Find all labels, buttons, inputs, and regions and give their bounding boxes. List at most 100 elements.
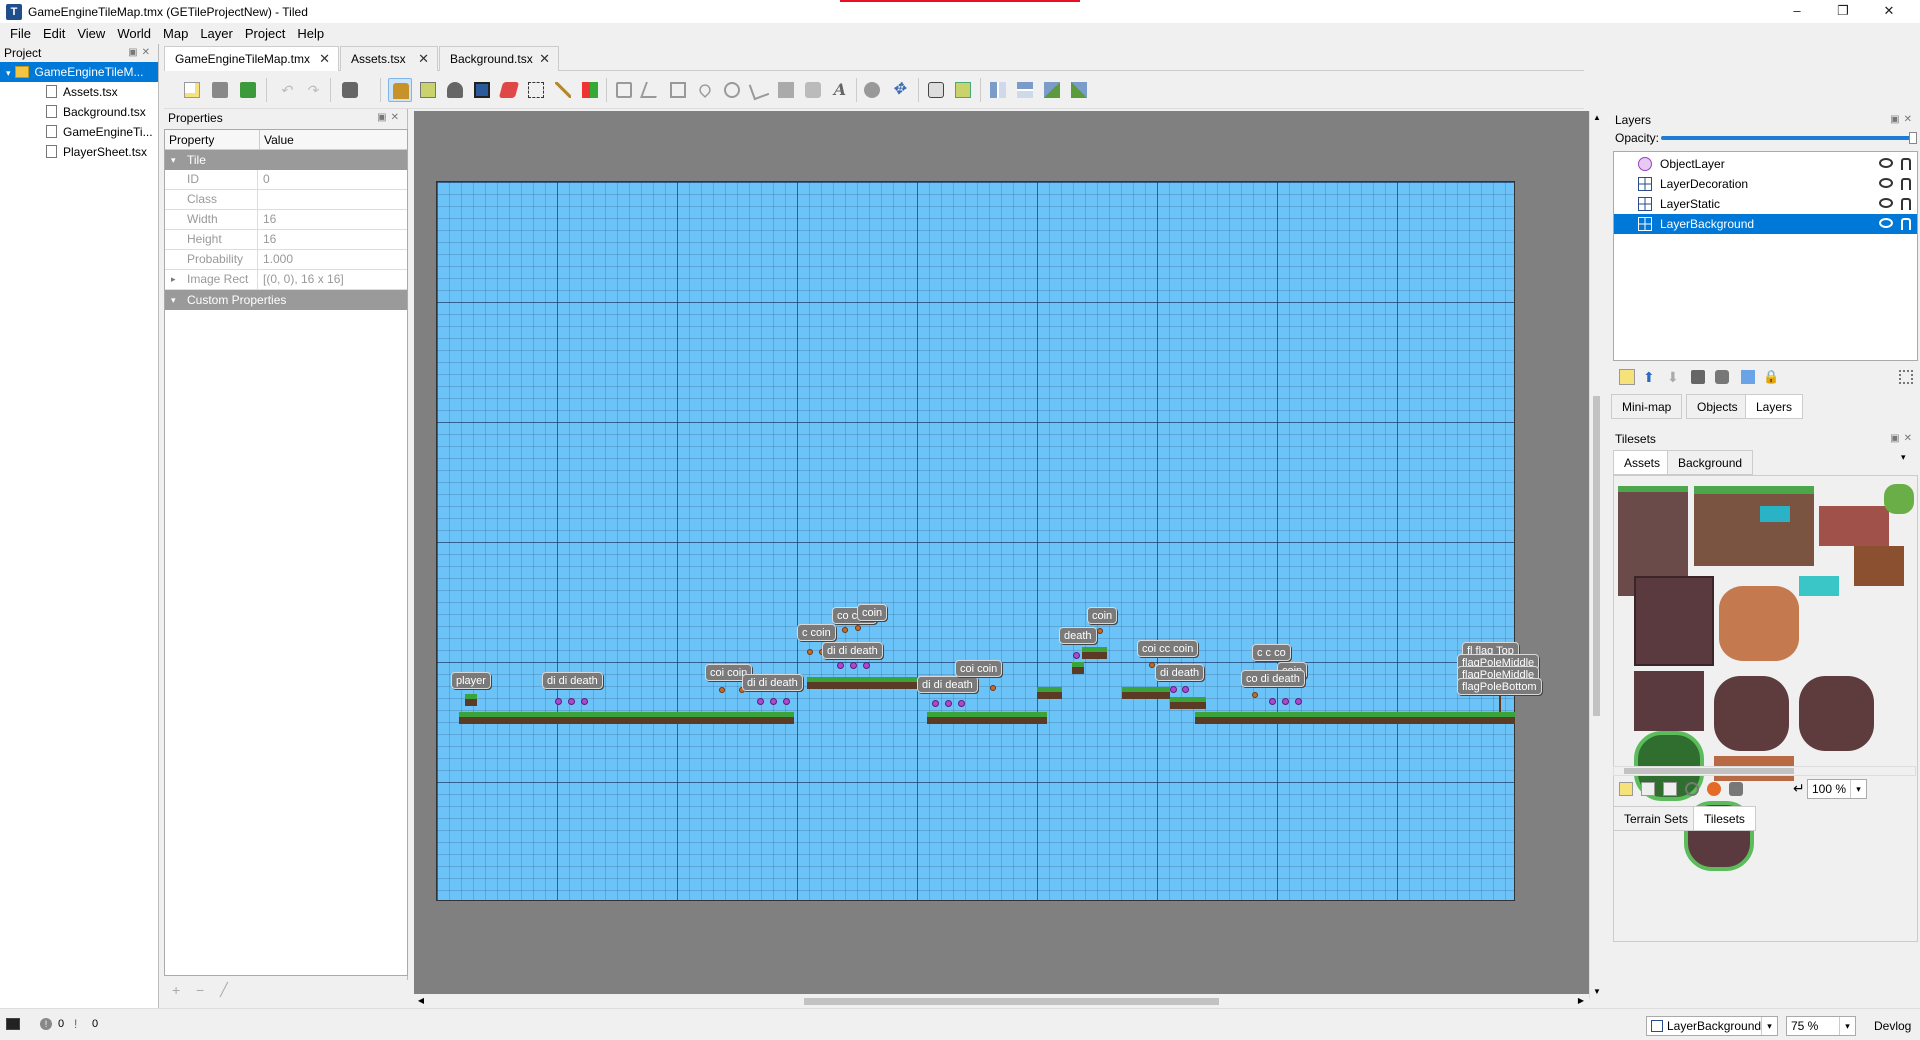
layer-item-layerdecoration[interactable]: LayerDecoration [1614,174,1917,194]
warning-count[interactable]: 0 [92,1018,98,1030]
vertical-scrollbar[interactable]: ▲ ▼ [1589,111,1603,999]
raise-layer-icon[interactable]: ⬆ [1643,369,1655,386]
edit-polygons-tool[interactable] [639,78,663,102]
scroll-up-icon[interactable]: ▲ [1591,111,1603,125]
tile-wood-platform[interactable] [1719,586,1799,661]
project-file-item[interactable]: GameEngineTi... [0,122,158,142]
object-label[interactable]: di di death [917,676,978,693]
tile-rock-dark[interactable] [1634,576,1714,666]
menu-file[interactable]: File [4,23,37,44]
lock-other-layers-icon[interactable]: 🔒 [1763,369,1779,385]
tile-plank[interactable] [1854,546,1904,586]
tileset-menu-chevron-down-icon[interactable]: ▾ [1901,452,1906,463]
tileset-scroll-thumb[interactable] [1624,768,1794,774]
insert-ellipse-tool[interactable] [720,78,744,102]
section-tile[interactable]: ▾ Tile [165,150,407,170]
object-label[interactable]: di death [1155,664,1205,681]
tab-layers[interactable]: Layers [1745,394,1804,419]
close-tab-icon[interactable]: ✕ [418,47,429,71]
move-tool[interactable]: ✥ [887,78,911,102]
expand-arrow-icon[interactable]: ▾ [6,68,11,78]
add-property-icon[interactable]: + [172,982,180,998]
tile-house[interactable] [1694,486,1814,566]
minimize-button[interactable]: – [1774,0,1820,22]
menu-help[interactable]: Help [291,23,330,44]
export-tileset-icon[interactable] [1663,782,1677,796]
object-label[interactable]: death [1059,627,1097,644]
scroll-left-icon[interactable]: ◀ [414,994,428,1008]
current-layer-combo[interactable]: LayerBackground ▾ [1646,1016,1778,1036]
menu-edit[interactable]: Edit [37,23,71,44]
lower-layer-icon[interactable]: ⬇ [1667,369,1679,386]
property-row[interactable]: ▸ Image Rect [(0, 0), 16 x 16] [165,270,407,290]
tile-water[interactable] [1760,506,1790,522]
tab-assets[interactable]: Assets.tsx ✕ [340,46,438,71]
commands-button[interactable] [338,78,374,102]
project-file-item[interactable]: PlayerSheet.tsx [0,142,158,162]
new-tileset-icon[interactable] [1619,782,1633,796]
object-label[interactable]: coin [1087,607,1118,624]
tab-objects[interactable]: Objects [1686,394,1749,419]
rename-property-icon[interactable]: ╱ [220,982,228,998]
property-value[interactable]: 1.000 [259,250,407,270]
remove-tileset-icon[interactable] [1729,782,1743,796]
bucket-fill-tool[interactable] [443,78,467,102]
tile-rock-lower[interactable] [1634,671,1704,731]
lock-icon[interactable] [1901,198,1911,210]
tab-tilesets[interactable]: Tilesets [1693,806,1756,831]
tileset-zoom-combo[interactable]: 100 % ▾ [1807,779,1867,799]
layer-item-objectlayer[interactable]: ObjectLayer [1614,154,1917,174]
magic-wand-tool[interactable] [551,78,575,102]
property-value[interactable]: 16 [259,210,407,230]
lock-icon[interactable] [1901,218,1911,230]
insert-polygon-tool[interactable] [747,78,771,102]
rectangular-select-tool[interactable] [524,78,548,102]
highlight-layer-icon[interactable] [1899,370,1913,384]
menu-project[interactable]: Project [239,23,291,44]
open-button[interactable] [208,78,232,102]
tile-bush[interactable] [1884,484,1914,514]
panel-dock-buttons[interactable]: ▣✕ [1890,111,1916,129]
map-zoom-combo[interactable]: 75 % ▾ [1786,1016,1856,1036]
object-label[interactable]: player [451,672,491,689]
tab-minimap[interactable]: Mini-map [1611,394,1683,419]
menu-world[interactable]: World [111,23,157,44]
map-canvas[interactable]: player di di death coi coin di di death … [414,111,1589,999]
scroll-down-icon[interactable]: ▼ [1591,985,1603,999]
tileset-image[interactable] [1613,475,1918,942]
chevron-down-icon[interactable]: ▾ [1839,1017,1855,1035]
insert-rectangle-tool[interactable] [666,78,690,102]
panel-dock-buttons[interactable]: ▣✕ [128,44,154,62]
lock-icon[interactable] [1901,158,1911,170]
select-objects-tool[interactable] [612,78,636,102]
chevron-down-icon[interactable]: ▾ [1761,1017,1777,1035]
remove-property-icon[interactable]: − [196,982,204,998]
object-label[interactable]: coi cc coin [1137,640,1199,657]
expand-arrow-icon[interactable]: ▸ [171,270,176,289]
duplicate-layer-icon[interactable] [1691,370,1705,384]
world-tool[interactable] [860,78,884,102]
layer-item-layerstatic[interactable]: LayerStatic [1614,194,1917,214]
select-same-tile-tool[interactable] [578,78,602,102]
tab-gameenginetilemap[interactable]: GameEngineTileMap.tmx ✕ [164,46,339,72]
insert-template-tool[interactable] [801,78,825,102]
chevron-down-icon[interactable]: ▾ [1850,780,1866,798]
menu-layer[interactable]: Layer [194,23,239,44]
column-value-header[interactable]: Value [259,130,294,150]
close-tab-icon[interactable]: ✕ [539,47,550,71]
close-window-button[interactable]: ✕ [1866,0,1912,22]
dynamic-wrap-icon[interactable]: ↵ [1793,780,1805,797]
insert-tile-tool[interactable] [774,78,798,102]
toggle-other-layers-icon[interactable] [1741,370,1755,384]
horizontal-scrollbar[interactable]: ◀ ▶ [414,994,1589,1008]
rotate-right-button[interactable] [1067,78,1091,102]
property-row[interactable]: Width 16 [165,210,407,230]
tab-terrain-sets[interactable]: Terrain Sets [1613,806,1700,831]
opacity-slider-handle[interactable] [1909,132,1917,144]
edit-tileset-icon[interactable] [1685,782,1699,796]
vertical-scroll-thumb[interactable] [1593,396,1600,716]
property-value[interactable]: 0 [259,170,407,190]
layer-item-layerbackground[interactable]: LayerBackground [1614,214,1917,234]
property-value[interactable]: 16 [259,230,407,250]
tab-background[interactable]: Background.tsx ✕ [439,46,559,71]
